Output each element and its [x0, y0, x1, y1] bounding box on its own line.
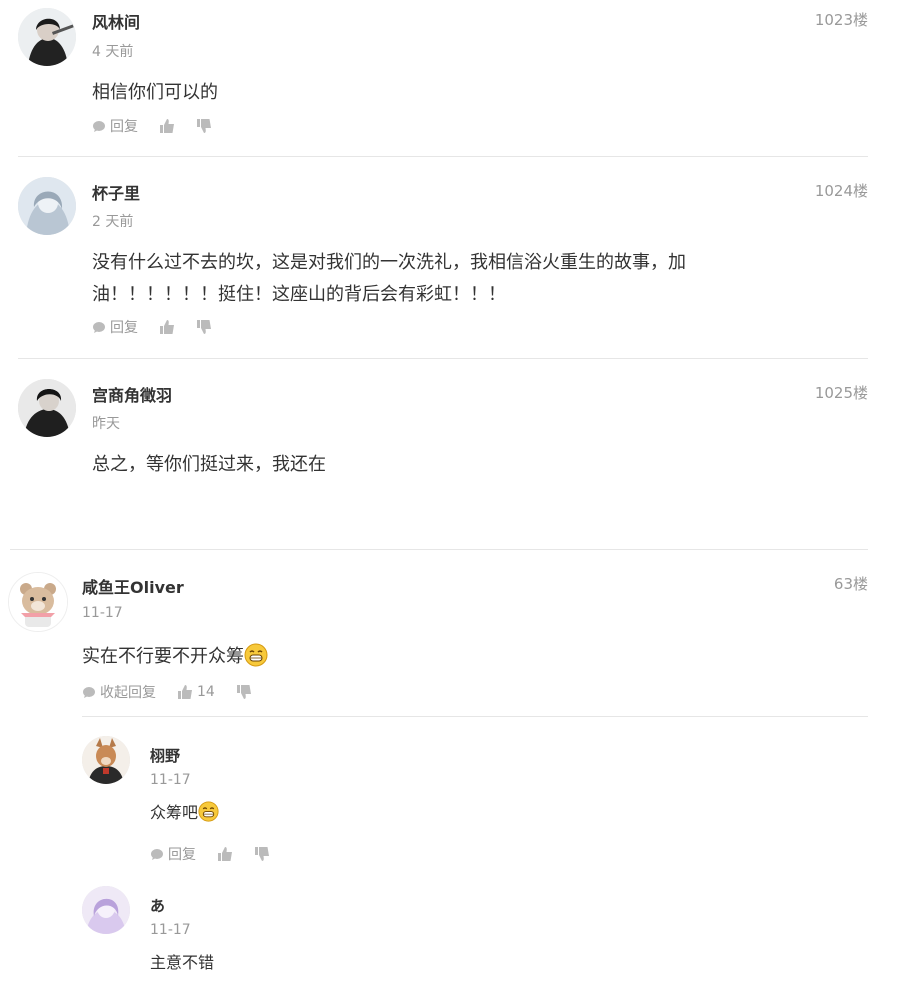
- reply-label: 回复: [110, 320, 138, 336]
- speech-bubble-icon: [93, 321, 105, 333]
- like-count: 14: [197, 684, 215, 700]
- collapse-replies-button[interactable]: 收起回复: [82, 682, 156, 702]
- avatar[interactable]: [18, 8, 76, 66]
- like-button[interactable]: [160, 119, 175, 133]
- grin-emoji-icon: [244, 643, 268, 667]
- like-button[interactable]: [218, 847, 233, 861]
- avatar[interactable]: [18, 177, 76, 235]
- thumbs-down-icon: [236, 685, 251, 699]
- avatar[interactable]: [82, 886, 130, 934]
- floor-number: 1025楼: [814, 384, 868, 402]
- comment-actions: 回复: [92, 317, 234, 337]
- dislike-button[interactable]: [197, 320, 212, 334]
- timestamp: 昨天: [92, 416, 120, 432]
- comment-text: 相信你们可以的: [92, 82, 218, 103]
- comment-text-line-2: 油！！！！！！挺住！这座山的背后会有彩虹！！！: [92, 284, 506, 305]
- dislike-button[interactable]: [197, 119, 212, 133]
- reply-button[interactable]: 回复: [92, 116, 138, 136]
- comment-actions: 收起回复 14: [82, 682, 274, 702]
- floor-number: 1024楼: [814, 182, 868, 200]
- like-button[interactable]: 14: [178, 684, 215, 700]
- comment-text: 总之，等你们挺过来，我还在: [92, 454, 326, 475]
- comment-1025: 宫商角徵羽 昨天 1025楼 总之，等你们挺过来，我还在: [0, 359, 900, 550]
- speech-bubble-icon: [93, 120, 105, 132]
- comment-text-body: 实在不行要不开众筹: [82, 646, 244, 667]
- timestamp: 2 天前: [92, 214, 134, 230]
- thumbs-up-icon: [178, 685, 192, 699]
- dislike-button[interactable]: [236, 685, 252, 699]
- timestamp: 11-17: [82, 605, 123, 621]
- avatar[interactable]: [8, 572, 68, 632]
- collapse-replies-label: 收起回复: [100, 685, 156, 701]
- username[interactable]: 咸鱼王Oliver: [82, 574, 184, 598]
- username[interactable]: あ: [150, 895, 165, 916]
- comment-1024: 杯子里 2 天前 1024楼 没有什么过不去的坎，这是对我们的一次洗礼，我相信浴…: [0, 157, 900, 359]
- reply-label: 回复: [110, 119, 138, 135]
- avatar[interactable]: [82, 736, 130, 784]
- reply-text: 主意不错: [150, 953, 215, 972]
- thumbs-up-icon: [160, 320, 174, 334]
- timestamp: 11-17: [150, 922, 191, 938]
- dislike-button[interactable]: [255, 847, 270, 861]
- floor-number: 1023楼: [814, 11, 868, 29]
- reply-button[interactable]: 回复: [150, 844, 196, 864]
- speech-bubble-icon: [83, 686, 95, 698]
- thumbs-down-icon: [197, 119, 211, 133]
- comment-63: 咸鱼王Oliver 11-17 63楼 实在不行要不开众筹 收起回复 14 栩野…: [0, 550, 900, 996]
- comment-actions: 回复: [92, 116, 234, 136]
- thumbs-up-icon: [218, 847, 232, 861]
- speech-bubble-icon: [151, 848, 163, 860]
- reply-text: 众筹吧: [150, 797, 219, 828]
- comment-text-line-1: 没有什么过不去的坎，这是对我们的一次洗礼，我相信浴火重生的故事，加: [92, 252, 686, 273]
- floor-number: 63楼: [833, 575, 868, 593]
- thumbs-down-icon: [255, 847, 269, 861]
- comment-text: 实在不行要不开众筹: [82, 641, 268, 672]
- reply-actions: 回复: [150, 844, 292, 864]
- reply-label: 回复: [168, 847, 196, 863]
- grin-emoji-icon: [198, 801, 219, 822]
- avatar[interactable]: [18, 379, 76, 437]
- timestamp: 11-17: [150, 772, 191, 788]
- thumbs-down-icon: [197, 320, 211, 334]
- username[interactable]: 宫商角徵羽: [92, 382, 172, 406]
- comment-1023: 风林间 4 天前 1023楼 相信你们可以的 回复: [0, 0, 900, 157]
- divider: [82, 716, 868, 717]
- thumbs-up-icon: [160, 119, 174, 133]
- username[interactable]: 杯子里: [92, 180, 140, 204]
- like-button[interactable]: [160, 320, 175, 334]
- reply-text-body: 众筹吧: [150, 803, 199, 822]
- username[interactable]: 风林间: [92, 9, 140, 33]
- username[interactable]: 栩野: [150, 745, 180, 766]
- timestamp: 4 天前: [92, 44, 134, 60]
- reply-button[interactable]: 回复: [92, 317, 138, 337]
